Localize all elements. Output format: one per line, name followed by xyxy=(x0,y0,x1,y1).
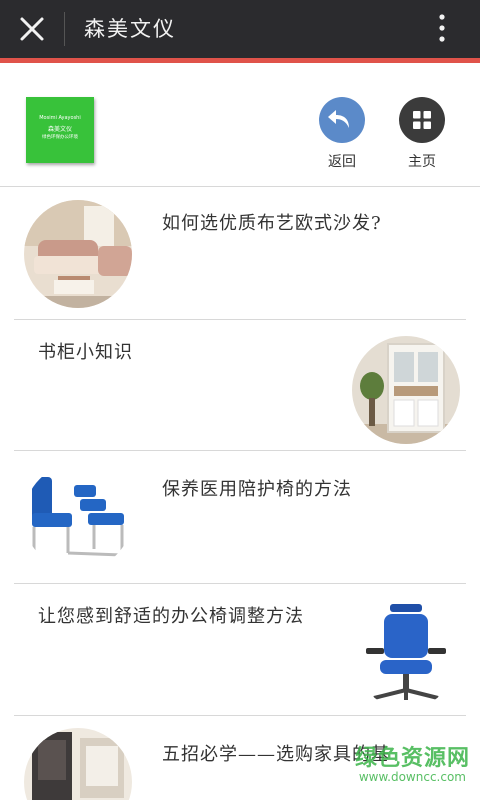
back-arrow-icon xyxy=(328,110,349,128)
more-vertical-icon xyxy=(439,14,445,42)
more-menu-button[interactable] xyxy=(428,9,456,49)
close-icon xyxy=(20,17,44,41)
back-label: 返回 xyxy=(328,154,356,170)
watermark-url: www.downcc.com xyxy=(358,770,466,784)
watermark: 绿色资源网 www.downcc.com xyxy=(336,740,476,796)
list-item[interactable]: 书柜小知识 xyxy=(0,320,480,450)
office-chair-image xyxy=(352,600,460,708)
close-button[interactable] xyxy=(12,9,52,49)
bookcase-image xyxy=(352,336,460,444)
list-item[interactable]: 让您感到舒适的办公椅调整方法 xyxy=(0,584,480,715)
sofa-image xyxy=(24,200,132,308)
brand-logo[interactable]: Mosimi Ayayoshi 森美文仪 绿色环保办公环境 xyxy=(26,97,94,163)
article-title: 让您感到舒适的办公椅调整方法 xyxy=(38,606,304,627)
home-button[interactable]: 主页 xyxy=(392,97,452,171)
list-item[interactable]: 如何选优质布艺欧式沙发? xyxy=(0,187,480,319)
grid-icon xyxy=(413,111,431,129)
logo-line-2: 森美文仪 xyxy=(47,126,72,133)
site-header: Mosimi Ayayoshi 森美文仪 绿色环保办公环境 返回 主页 xyxy=(0,63,480,187)
back-button[interactable]: 返回 xyxy=(312,97,372,171)
back-circle xyxy=(319,97,365,143)
logo-line-1: Mosimi Ayayoshi xyxy=(39,115,81,121)
article-title: 书柜小知识 xyxy=(38,342,133,363)
article-title: 保养医用陪护椅的方法 xyxy=(162,479,352,500)
list-item[interactable]: 保养医用陪护椅的方法 xyxy=(0,451,480,583)
home-label: 主页 xyxy=(408,154,436,170)
home-circle xyxy=(399,97,445,143)
medical-chair-image xyxy=(24,463,132,571)
page-title: 森美文仪 xyxy=(84,17,176,41)
top-bar: 森美文仪 xyxy=(0,0,480,58)
furniture-image xyxy=(24,728,132,800)
title-divider xyxy=(64,12,65,46)
article-title: 如何选优质布艺欧式沙发? xyxy=(162,213,382,234)
watermark-text: 绿色资源网 xyxy=(354,746,470,771)
logo-line-3: 绿色环保办公环境 xyxy=(42,135,78,140)
